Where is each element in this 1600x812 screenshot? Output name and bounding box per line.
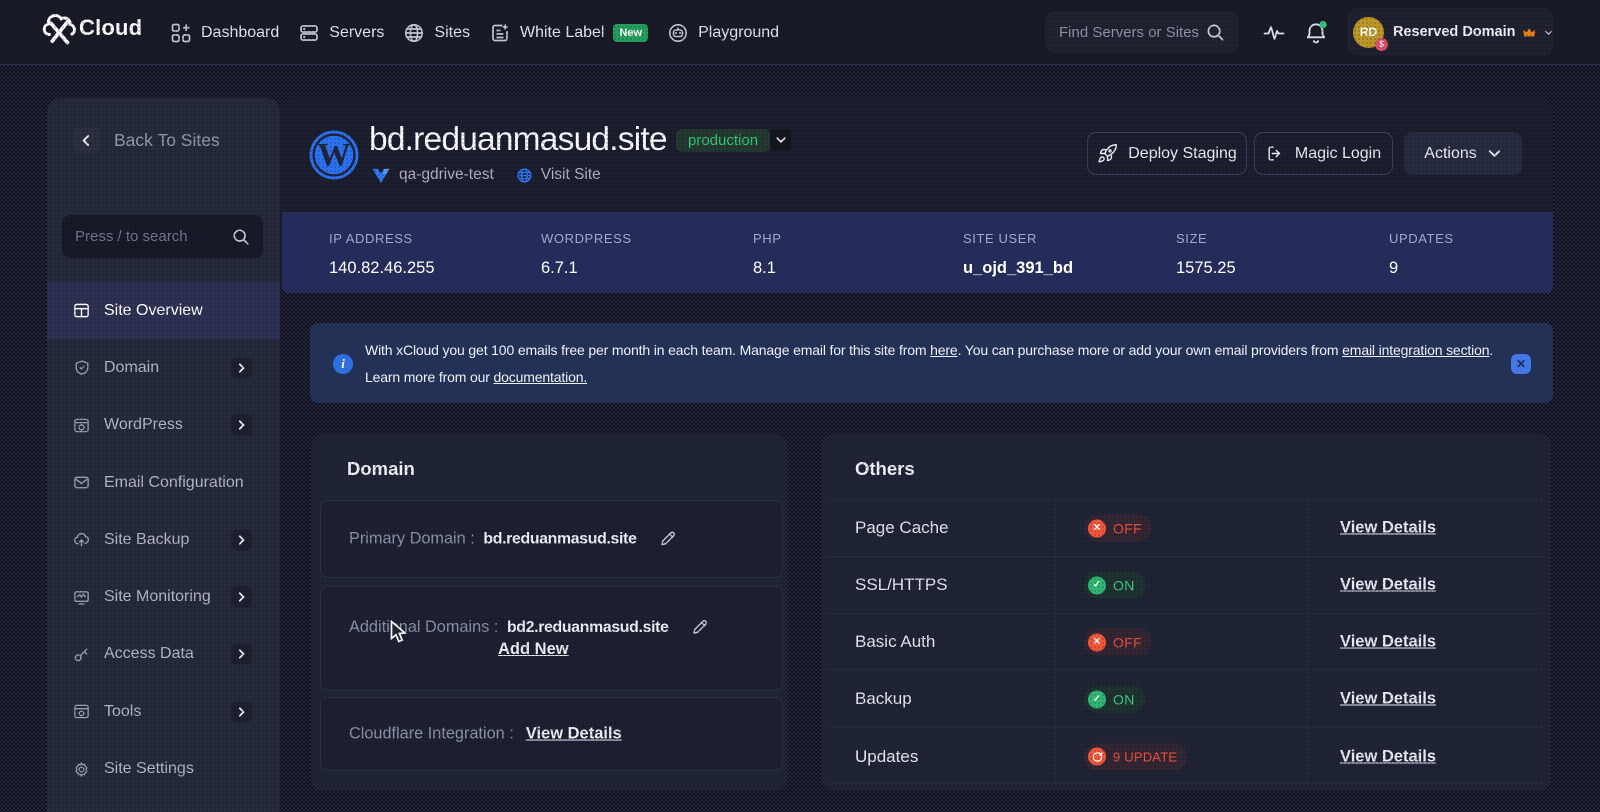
- svg-text:W: W: [318, 138, 351, 174]
